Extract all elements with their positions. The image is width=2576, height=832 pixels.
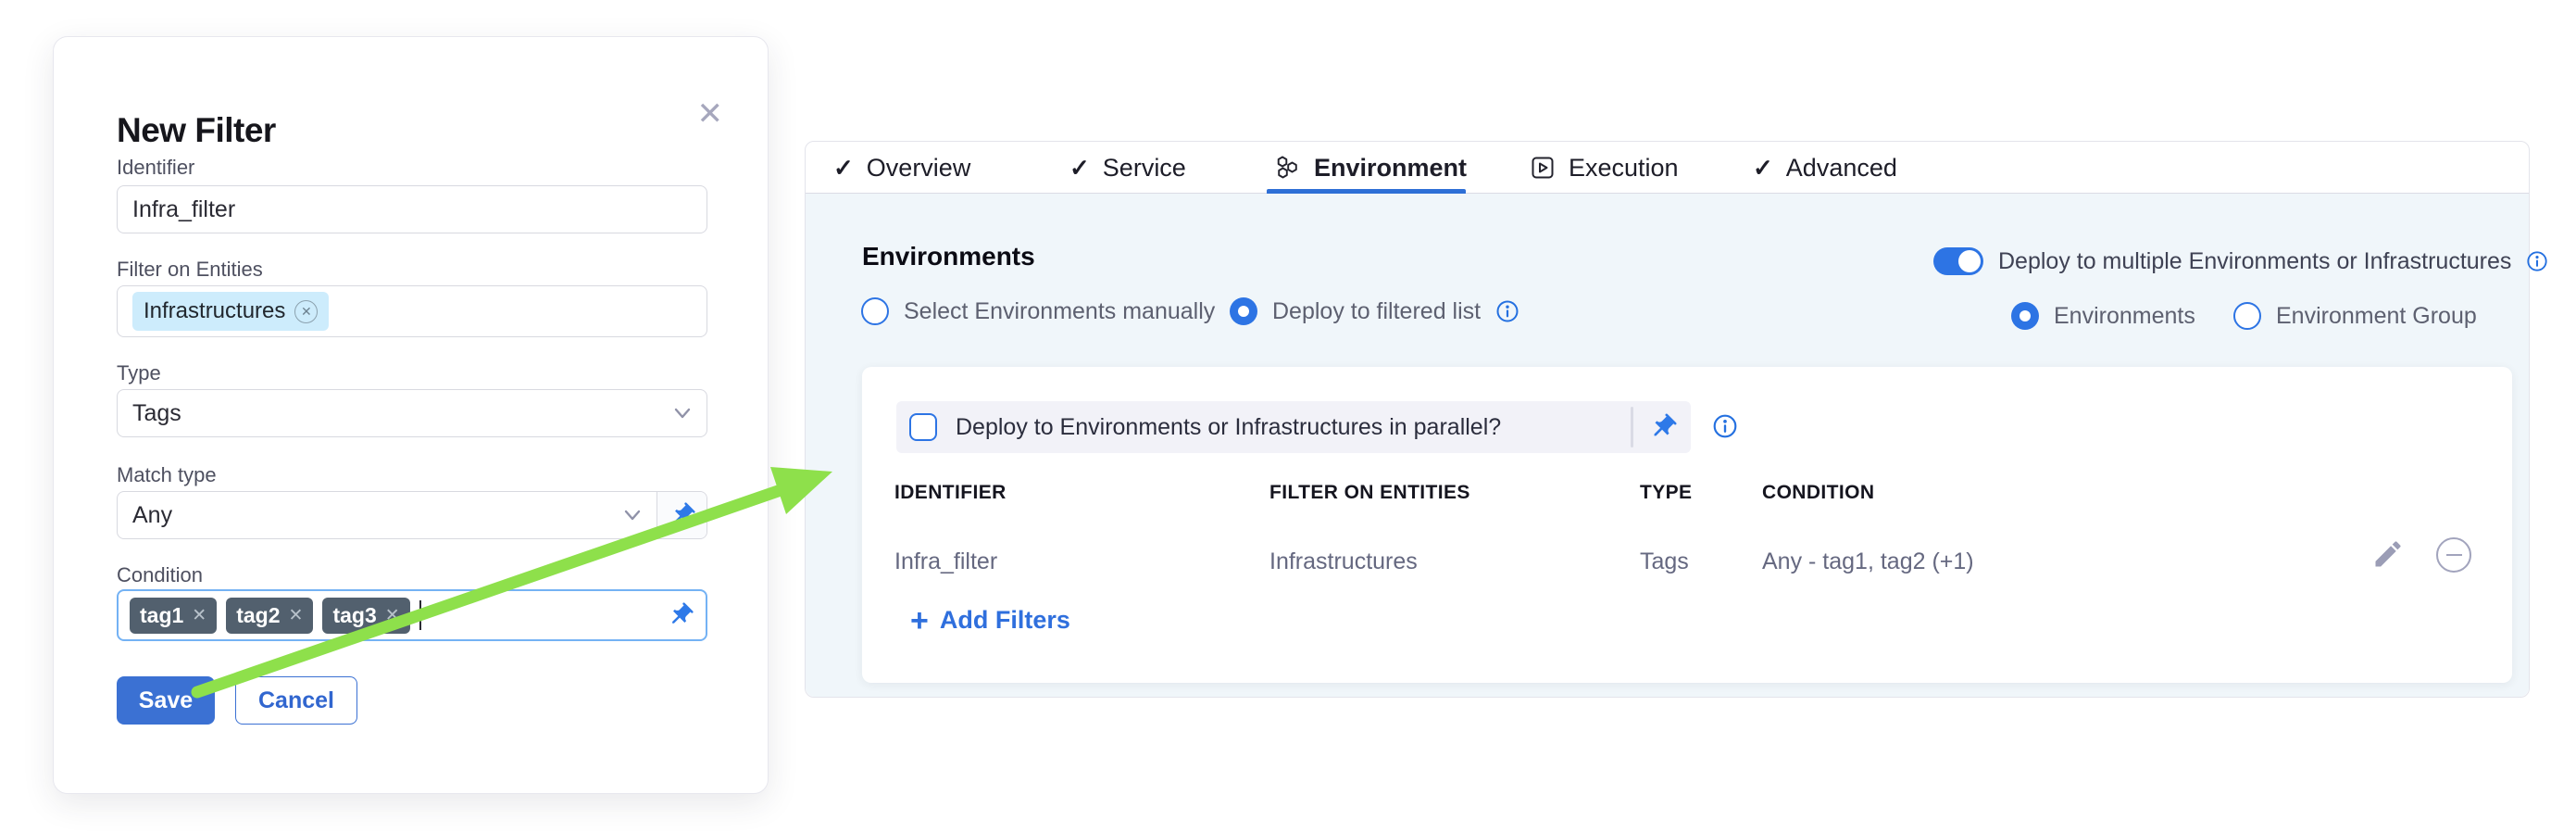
text-cursor bbox=[419, 600, 421, 630]
parallel-checkbox[interactable] bbox=[909, 413, 937, 441]
save-button[interactable]: Save bbox=[117, 676, 215, 725]
chevron-down-icon bbox=[623, 509, 642, 522]
toggle-on[interactable] bbox=[1933, 247, 1983, 275]
type-select[interactable]: Tags bbox=[117, 389, 707, 437]
condition-tag-chip: tag3 ✕ bbox=[322, 598, 409, 634]
tab-bar: ✓ Overview ✓ Service Environment bbox=[806, 142, 2529, 194]
radio-icon[interactable] bbox=[2233, 302, 2261, 330]
match-type-value: Any bbox=[132, 502, 172, 529]
type-label: Type bbox=[117, 361, 161, 385]
col-header-condition: CONDITION bbox=[1762, 482, 1874, 504]
col-header-identifier: IDENTIFIER bbox=[894, 482, 1007, 504]
radio-label: Environment Group bbox=[2276, 303, 2477, 330]
condition-tag-chip: tag1 ✕ bbox=[130, 598, 217, 634]
identifier-label: Identifier bbox=[117, 156, 194, 180]
remove-tag-icon[interactable]: ✕ bbox=[192, 605, 206, 626]
environment-tab-content: Environments Select Environments manuall… bbox=[806, 194, 2529, 697]
pin-button[interactable] bbox=[1648, 412, 1678, 442]
tag-label: tag3 bbox=[332, 603, 376, 628]
remove-tag-icon[interactable]: ✕ bbox=[385, 605, 400, 626]
col-header-type: TYPE bbox=[1640, 482, 1692, 504]
info-icon[interactable] bbox=[1712, 413, 1738, 439]
tab-environment[interactable]: Environment bbox=[1273, 142, 1467, 194]
row-entities: Infrastructures bbox=[1269, 548, 1418, 575]
plus-icon: + bbox=[910, 607, 929, 635]
match-type-select[interactable]: Any bbox=[118, 492, 657, 538]
tab-label: Overview bbox=[867, 154, 971, 183]
row-condition: Any - tag1, tag2 (+1) bbox=[1762, 548, 1974, 575]
pipeline-stage-panel: ✓ Overview ✓ Service Environment bbox=[805, 141, 2530, 698]
match-type-group: Any bbox=[117, 491, 707, 539]
type-value: Tags bbox=[132, 400, 181, 427]
radio-selected-icon[interactable] bbox=[1230, 297, 1257, 325]
radio-select-manually[interactable]: Select Environments manually bbox=[861, 297, 1215, 325]
col-header-entities: FILTER ON ENTITIES bbox=[1269, 482, 1470, 504]
check-icon: ✓ bbox=[1753, 154, 1773, 183]
cancel-button[interactable]: Cancel bbox=[235, 676, 357, 725]
parallel-label: Deploy to Environments or Infrastructure… bbox=[956, 414, 1501, 441]
edit-pencil-icon[interactable] bbox=[2371, 537, 2405, 575]
add-filters-button[interactable]: + Add Filters bbox=[910, 606, 1070, 635]
tab-service[interactable]: ✓ Service bbox=[1069, 142, 1186, 194]
radio-label: Select Environments manually bbox=[904, 298, 1215, 325]
identifier-input[interactable]: Infra_filter bbox=[117, 185, 707, 233]
radio-selected-icon[interactable] bbox=[2011, 302, 2039, 330]
info-icon[interactable] bbox=[1495, 299, 1519, 323]
radio-environment-group[interactable]: Environment Group bbox=[2233, 302, 2477, 330]
divider bbox=[1631, 407, 1633, 448]
condition-label: Condition bbox=[117, 563, 203, 587]
pin-button[interactable] bbox=[667, 601, 694, 629]
tab-label: Service bbox=[1103, 154, 1186, 183]
radio-environments[interactable]: Environments bbox=[2011, 302, 2195, 330]
row-identifier: Infra_filter bbox=[894, 548, 997, 575]
modal-title: New Filter bbox=[117, 111, 276, 150]
tab-label: Execution bbox=[1569, 154, 1679, 183]
tag-label: tag2 bbox=[236, 603, 280, 628]
tab-label: Advanced bbox=[1786, 154, 1897, 183]
check-icon: ✓ bbox=[1069, 154, 1090, 183]
pin-button[interactable] bbox=[657, 492, 707, 538]
row-type: Tags bbox=[1640, 548, 1689, 575]
radio-label: Environments bbox=[2054, 303, 2195, 330]
tab-overview[interactable]: ✓ Overview bbox=[833, 142, 970, 194]
close-icon[interactable]: ✕ bbox=[697, 98, 724, 130]
radio-deploy-filtered-list[interactable]: Deploy to filtered list bbox=[1230, 297, 1519, 325]
play-box-icon bbox=[1530, 155, 1556, 181]
filters-card: Deploy to Environments or Infrastructure… bbox=[862, 367, 2512, 683]
tab-execution[interactable]: Execution bbox=[1530, 142, 1679, 194]
environments-heading: Environments bbox=[862, 242, 1035, 271]
chevron-down-icon bbox=[673, 407, 692, 420]
check-icon: ✓ bbox=[833, 154, 854, 183]
toggle-label: Deploy to multiple Environments or Infra… bbox=[1998, 248, 2511, 275]
match-type-label: Match type bbox=[117, 463, 217, 487]
add-filters-label: Add Filters bbox=[940, 606, 1070, 635]
parallel-deploy-bar: Deploy to Environments or Infrastructure… bbox=[896, 401, 1691, 453]
condition-tag-chip: tag2 ✕ bbox=[226, 598, 313, 634]
deploy-multiple-toggle-row: Deploy to multiple Environments or Infra… bbox=[1933, 247, 2548, 275]
tab-label: Environment bbox=[1314, 154, 1467, 183]
remove-entity-icon[interactable]: ✕ bbox=[294, 300, 318, 323]
filter-on-entities-label: Filter on Entities bbox=[117, 258, 263, 282]
tag-label: tag1 bbox=[140, 603, 183, 628]
remove-row-icon[interactable] bbox=[2436, 537, 2471, 573]
radio-icon[interactable] bbox=[861, 297, 889, 325]
new-filter-modal: ✕ New Filter Identifier Infra_filter Fil… bbox=[53, 36, 769, 794]
filter-on-entities-input[interactable]: Infrastructures ✕ bbox=[117, 285, 707, 337]
info-icon[interactable] bbox=[2526, 250, 2548, 272]
identifier-value: Infra_filter bbox=[132, 196, 235, 223]
remove-tag-icon[interactable]: ✕ bbox=[289, 605, 304, 626]
entity-chip: Infrastructures ✕ bbox=[132, 292, 329, 331]
radio-label: Deploy to filtered list bbox=[1272, 298, 1481, 325]
condition-input[interactable]: tag1 ✕ tag2 ✕ tag3 ✕ bbox=[117, 589, 707, 641]
entity-chip-label: Infrastructures bbox=[144, 298, 285, 324]
tab-advanced[interactable]: ✓ Advanced bbox=[1753, 142, 1897, 194]
hexagons-icon bbox=[1273, 154, 1301, 182]
